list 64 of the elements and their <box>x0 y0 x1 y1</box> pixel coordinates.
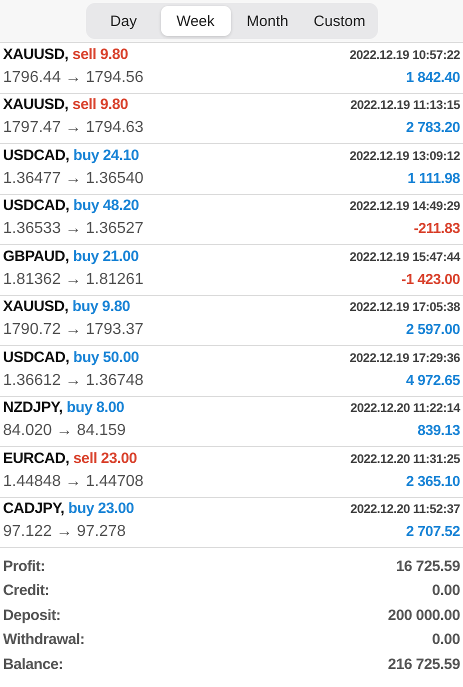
trade-order: buy 8.00 <box>66 399 124 416</box>
summary-label: Balance: <box>3 656 64 673</box>
trade-symbol: XAUUSD, <box>3 298 68 316</box>
trade-order: sell 23.00 <box>73 450 137 467</box>
trade-profit: 1 842.40 <box>406 70 460 86</box>
period-tab[interactable]: Day <box>88 6 158 36</box>
trade-prices: 84.020 → 84.159 <box>3 422 126 440</box>
trade-time: 2022.12.19 17:29:36 <box>350 350 460 365</box>
trade-time: 2022.12.19 17:05:38 <box>350 300 460 314</box>
summary-value: 0.00 <box>432 631 460 648</box>
period-tab[interactable]: Week <box>160 6 230 36</box>
trade-symbol: USDCAD, <box>3 146 70 164</box>
trade-prices: 1.36612 → 1.36748 <box>3 372 144 390</box>
trade-prices: 1796.44 → 1794.56 <box>3 68 144 87</box>
trade-profit: 2 365.10 <box>406 474 460 490</box>
summary-label: Profit: <box>3 558 46 575</box>
trade-profit: 1 111.98 <box>408 170 460 187</box>
trade-prices: 97.122 → 97.278 <box>3 523 126 542</box>
trade-symbol: USDCAD, <box>3 197 70 214</box>
summary-label: Withdrawal: <box>3 631 85 648</box>
trade-profit: -211.83 <box>414 221 460 238</box>
trade-time: 2022.12.20 11:22:14 <box>350 401 460 416</box>
summary-value: 16 725.59 <box>396 558 460 575</box>
trade-symbol: GBPAUD, <box>3 248 69 265</box>
trade-order: buy 9.80 <box>72 298 130 316</box>
trade-time: 2022.12.19 14:49:29 <box>350 199 460 214</box>
trade-prices: 1.44848 → 1.44708 <box>3 472 144 491</box>
trade-time: 2022.12.20 11:52:37 <box>350 502 460 516</box>
summary-label: Deposit: <box>3 606 61 624</box>
trade-order: sell 9.80 <box>72 46 128 63</box>
period-tab[interactable]: Month <box>232 6 302 36</box>
summary-value: 216 725.59 <box>388 656 460 673</box>
trade-prices: 1790.72 → 1793.37 <box>3 321 144 340</box>
summary-value: 200 000.00 <box>388 606 460 624</box>
trade-prices: 1.81362 → 1.81261 <box>3 270 144 289</box>
trade-symbol: EURCAD, <box>3 450 70 467</box>
trade-order: buy 23.00 <box>68 500 134 518</box>
trade-profit: 839.13 <box>417 423 460 440</box>
trade-symbol: CADJPY, <box>3 500 64 518</box>
trade-order: sell 9.80 <box>72 96 128 114</box>
trade-symbol: XAUUSD, <box>3 96 68 114</box>
trade-time: 2022.12.19 13:09:12 <box>350 148 460 163</box>
trade-time: 2022.12.20 11:31:25 <box>350 452 460 466</box>
trade-symbol: USDCAD, <box>3 348 70 366</box>
trade-time: 2022.12.19 11:13:15 <box>350 98 460 112</box>
trade-prices: 1797.47 → 1794.63 <box>3 119 144 138</box>
trade-time: 2022.12.19 10:57:22 <box>350 48 460 62</box>
trade-profit: 2 597.00 <box>406 322 460 338</box>
trade-symbol: NZDJPY, <box>3 399 63 416</box>
trade-profit: 4 972.65 <box>406 372 460 389</box>
trade-profit: 2 783.20 <box>406 120 460 136</box>
trade-prices: 1.36477 → 1.36540 <box>3 170 144 188</box>
trade-prices: 1.36533 → 1.36527 <box>3 220 144 238</box>
trade-order: buy 21.00 <box>72 248 139 265</box>
trade-profit: 2 707.52 <box>406 524 460 540</box>
trade-time: 2022.12.19 15:47:44 <box>350 250 460 264</box>
summary-value: 0.00 <box>432 582 460 600</box>
trade-order: buy 48.20 <box>73 197 139 214</box>
trade-order: buy 50.00 <box>73 348 139 366</box>
period-tab[interactable]: Custom <box>304 6 374 36</box>
trade-order: buy 24.10 <box>73 146 139 164</box>
trade-profit: -1 423.00 <box>401 272 460 288</box>
trade-symbol: XAUUSD, <box>3 46 68 63</box>
summary-label: Credit: <box>3 582 50 600</box>
